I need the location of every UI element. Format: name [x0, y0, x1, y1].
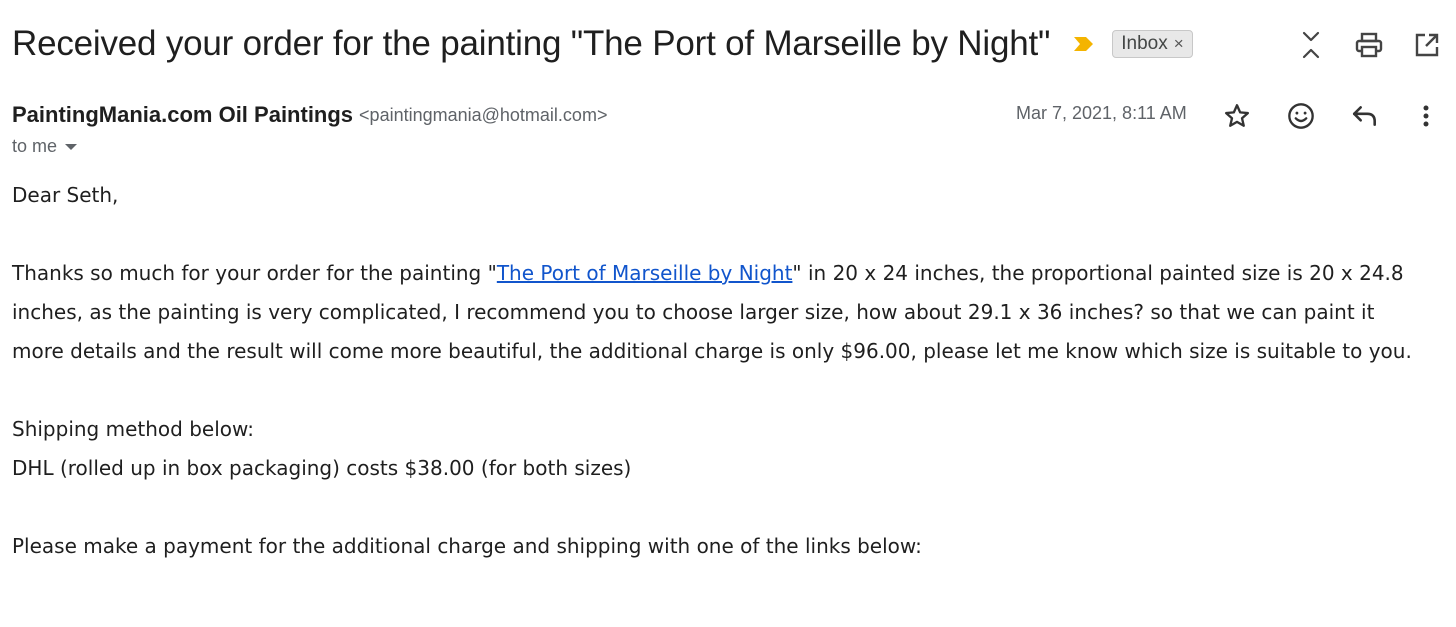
star-icon[interactable] [1205, 98, 1269, 134]
remove-label-icon[interactable]: × [1174, 34, 1184, 54]
painting-link[interactable]: The Port of Marseille by Night [497, 261, 793, 285]
open-in-new-window-icon[interactable] [1398, 28, 1456, 62]
email-subject: Received your order for the painting "Th… [12, 24, 1051, 63]
shipping-details: DHL (rolled up in box packaging) costs $… [12, 456, 632, 480]
recipient-details-toggle[interactable]: to me [12, 136, 78, 157]
subject-row: Received your order for the painting "Th… [12, 20, 1193, 68]
email-body: Dear Seth, Thanks so much for your order… [12, 176, 1432, 566]
print-icon[interactable] [1340, 28, 1398, 62]
inbox-label-text: Inbox [1121, 33, 1168, 54]
body-paragraph-order: Thanks so much for your order for the pa… [12, 254, 1432, 371]
chevron-down-icon [65, 143, 78, 150]
important-marker-icon[interactable] [1072, 36, 1096, 52]
sender-email: <paintingmania@hotmail.com> [359, 104, 608, 125]
paragraph-text-before-link: Thanks so much for your order for the pa… [12, 261, 497, 285]
recipient-label: to me [12, 136, 58, 156]
inbox-label-chip[interactable]: Inbox × [1112, 30, 1193, 58]
sender-name[interactable]: PaintingMania.com Oil Paintings [12, 102, 353, 128]
thread-toolbar [1282, 28, 1456, 62]
shipping-heading: Shipping method below: [12, 417, 254, 441]
reply-icon[interactable] [1333, 98, 1397, 134]
message-actions [1205, 98, 1441, 134]
payment-instruction: Please make a payment for the additional… [12, 534, 922, 558]
emoji-reaction-icon[interactable] [1269, 98, 1333, 134]
more-vert-icon[interactable] [1411, 98, 1441, 134]
email-date: Mar 7, 2021, 8:11 AM [1016, 103, 1187, 123]
sender-row: PaintingMania.com Oil Paintings <paintin… [12, 98, 607, 132]
greeting: Dear Seth, [12, 183, 119, 207]
collapse-all-icon[interactable] [1282, 28, 1340, 62]
